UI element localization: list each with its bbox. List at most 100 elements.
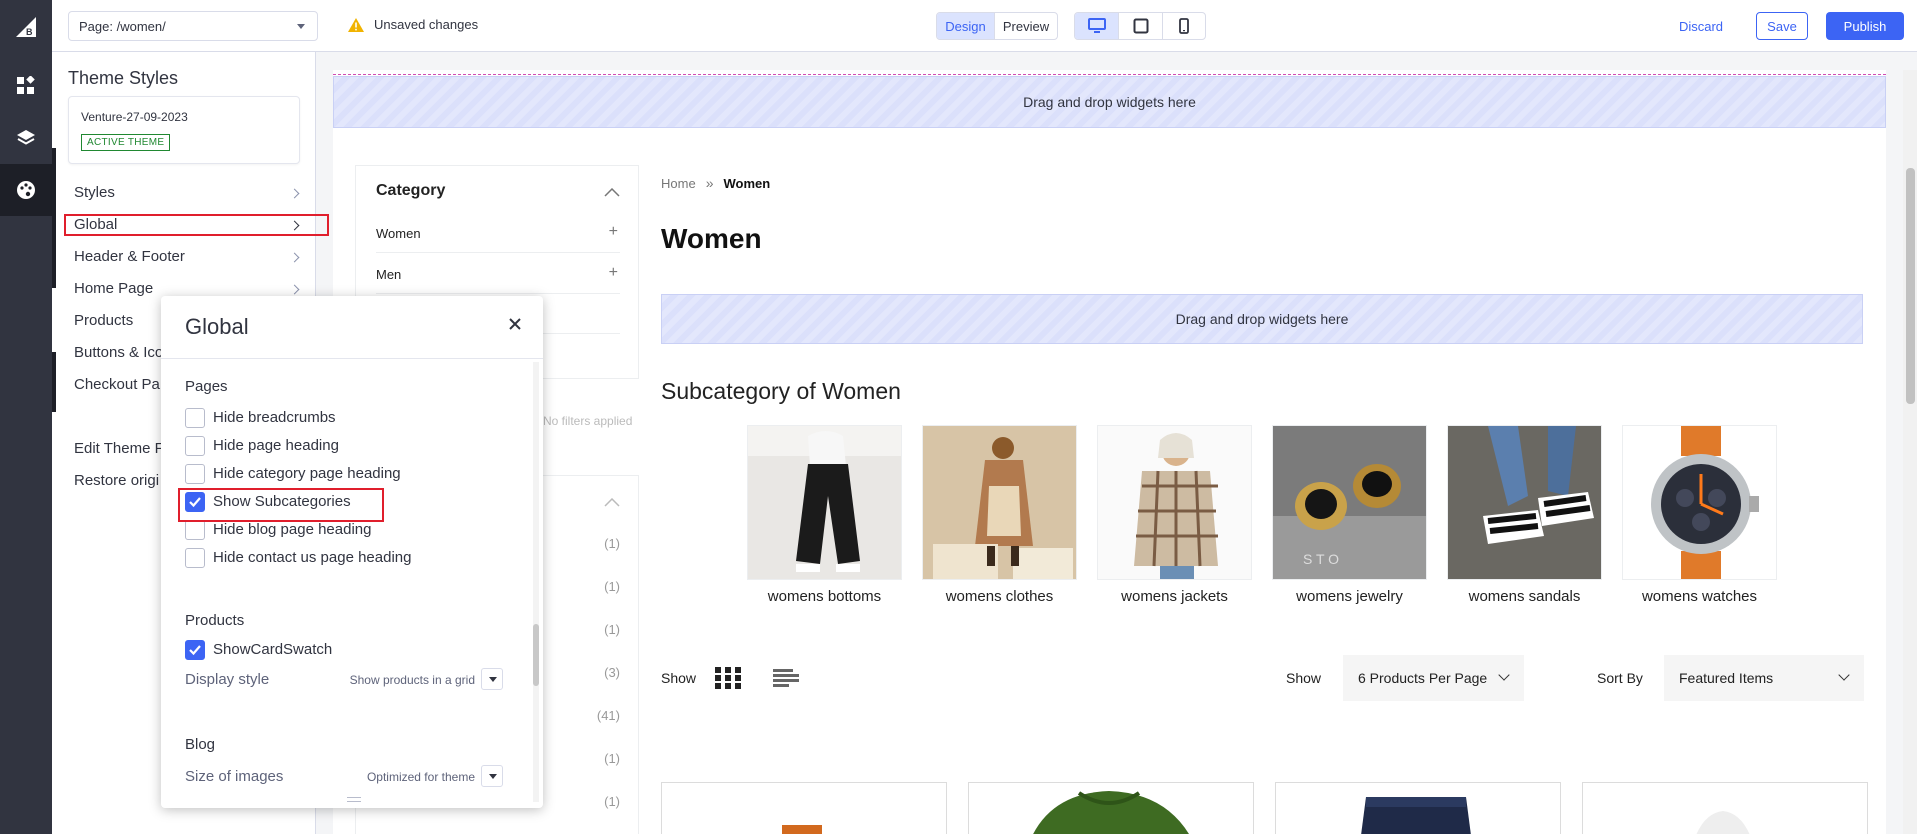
resize-handle-icon[interactable] [347, 797, 361, 802]
product-card[interactable] [968, 782, 1254, 834]
sort-by-select[interactable]: Featured Items [1664, 655, 1864, 701]
tablet-icon [1133, 18, 1148, 34]
sidebar-item-styles[interactable]: Styles [74, 184, 306, 206]
close-icon[interactable] [507, 316, 523, 332]
hide-blog-heading-checkbox[interactable] [185, 520, 205, 540]
preview-mode-button[interactable]: Preview [995, 13, 1057, 39]
display-style-label: Display style [185, 671, 270, 688]
discard-button[interactable]: Discard [1672, 12, 1730, 40]
checkmark-icon [189, 645, 201, 656]
image-size-label: Size of images [185, 768, 284, 785]
layers-icon[interactable] [0, 112, 52, 164]
content-widget-dropzone[interactable]: Drag and drop widgets here [661, 294, 1863, 344]
page-select-value: Page: /women/ [79, 19, 166, 34]
breadcrumb-current: Women [723, 175, 771, 191]
desktop-icon [1087, 18, 1106, 33]
scrollbar-thumb[interactable] [1906, 168, 1915, 404]
filter-count: (1) [604, 579, 620, 594]
image-size-value: Optimized for theme [366, 770, 475, 784]
subcategory-image-womens-jewelry[interactable]: S T O [1272, 425, 1427, 580]
products-per-page-select[interactable]: 6 Products Per Page [1343, 655, 1524, 701]
product-card[interactable] [1275, 782, 1561, 834]
product-card[interactable] [661, 782, 947, 834]
chevron-down-icon [1498, 669, 1510, 681]
widgets-icon[interactable] [0, 60, 52, 112]
hide-breadcrumbs-checkbox[interactable] [185, 408, 205, 428]
subcategory-label[interactable]: womens sandals [1447, 588, 1602, 605]
product-card[interactable] [1582, 782, 1868, 834]
sidebar-item-header-footer[interactable]: Header & Footer [74, 248, 306, 270]
app-rail: B [0, 0, 52, 834]
device-toggle [1074, 12, 1206, 40]
chevron-up-icon[interactable] [604, 498, 620, 507]
unsaved-text: Unsaved changes [374, 17, 479, 32]
no-filters-text: No filters applied [543, 414, 633, 428]
top-widget-dropzone[interactable]: Drag and drop widgets here [333, 76, 1886, 128]
filter-count: (3) [604, 665, 620, 680]
view-mode-label: Show [661, 670, 697, 686]
plus-icon[interactable]: + [609, 264, 618, 282]
filter-count: (1) [604, 536, 620, 551]
sort-value: Featured Items [1679, 670, 1774, 686]
subcategory-image-womens-sandals[interactable] [1447, 425, 1602, 580]
design-mode-button[interactable]: Design [937, 13, 995, 39]
pages-section-title: Pages [185, 378, 228, 395]
chevron-down-icon [297, 24, 305, 29]
list-view-icon[interactable] [773, 669, 799, 687]
chevron-right-icon [289, 188, 300, 199]
subcategory-image-womens-watches[interactable] [1622, 425, 1777, 580]
category-item-men[interactable]: Men [376, 267, 401, 282]
sidebar-item-label: Header & Footer [74, 248, 185, 265]
active-theme-badge: ACTIVE THEME [81, 134, 171, 151]
sidebar-item-label: Restore origi [74, 472, 160, 489]
hide-category-heading-checkbox[interactable] [185, 464, 205, 484]
checkbox-label: Hide blog page heading [213, 521, 372, 538]
subcategory-label[interactable]: womens watches [1622, 588, 1777, 605]
per-page-label: Show [1286, 670, 1322, 686]
category-title: Category [376, 182, 446, 199]
theme-styles-icon[interactable] [0, 164, 52, 216]
bigcommerce-logo-icon[interactable]: B [13, 14, 39, 40]
scrollbar-thumb[interactable] [533, 624, 539, 686]
save-button[interactable]: Save [1756, 12, 1808, 40]
canvas-scrollbar[interactable] [1903, 70, 1917, 834]
double-chevron-right-icon: » [705, 175, 714, 191]
chevron-right-icon [289, 252, 300, 263]
divider [376, 293, 620, 294]
subcategory-label[interactable]: womens jackets [1097, 588, 1252, 605]
tablet-view-button[interactable] [1119, 13, 1163, 39]
divider [376, 252, 620, 253]
plus-icon[interactable]: + [609, 223, 618, 241]
hide-page-heading-checkbox[interactable] [185, 436, 205, 456]
subcategory-label[interactable]: womens jewelry [1272, 588, 1427, 605]
show-card-swatch-checkbox[interactable] [185, 640, 205, 660]
filter-count: (1) [604, 794, 620, 809]
widget-region-border [333, 74, 1886, 75]
svg-text:B: B [26, 27, 33, 37]
subcategory-label[interactable]: womens bottoms [747, 588, 902, 605]
desktop-view-button[interactable] [1075, 13, 1119, 39]
checkbox-label: ShowCardSwatch [213, 641, 333, 658]
image-size-select[interactable] [481, 765, 503, 787]
sidebar-active-marker [52, 148, 56, 288]
svg-text:S T O: S T O [1303, 551, 1339, 567]
sidebar-item-label: Home Page [74, 280, 154, 297]
panel-scrollbar[interactable] [533, 362, 539, 802]
category-item-women[interactable]: Women [376, 226, 421, 241]
breadcrumb-home[interactable]: Home [661, 176, 696, 191]
sidebar-item-label: Products [74, 312, 134, 329]
publish-button[interactable]: Publish [1826, 12, 1904, 40]
subcategory-image-womens-clothes[interactable] [922, 425, 1077, 580]
sidebar-item-label: Buttons & Ico [74, 344, 164, 361]
checkbox-label: Hide category page heading [213, 465, 401, 482]
hide-contact-heading-checkbox[interactable] [185, 548, 205, 568]
subcategory-image-womens-jackets[interactable] [1097, 425, 1252, 580]
page-select[interactable]: Page: /women/ [68, 11, 318, 41]
chevron-up-icon[interactable] [604, 188, 620, 197]
checkbox-label: Hide breadcrumbs [213, 409, 336, 426]
grid-view-icon[interactable] [715, 667, 741, 689]
mobile-view-button[interactable] [1163, 13, 1205, 39]
subcategory-label[interactable]: womens clothes [922, 588, 1077, 605]
display-style-select[interactable] [481, 668, 503, 690]
subcategory-image-womens-bottoms[interactable] [747, 425, 902, 580]
